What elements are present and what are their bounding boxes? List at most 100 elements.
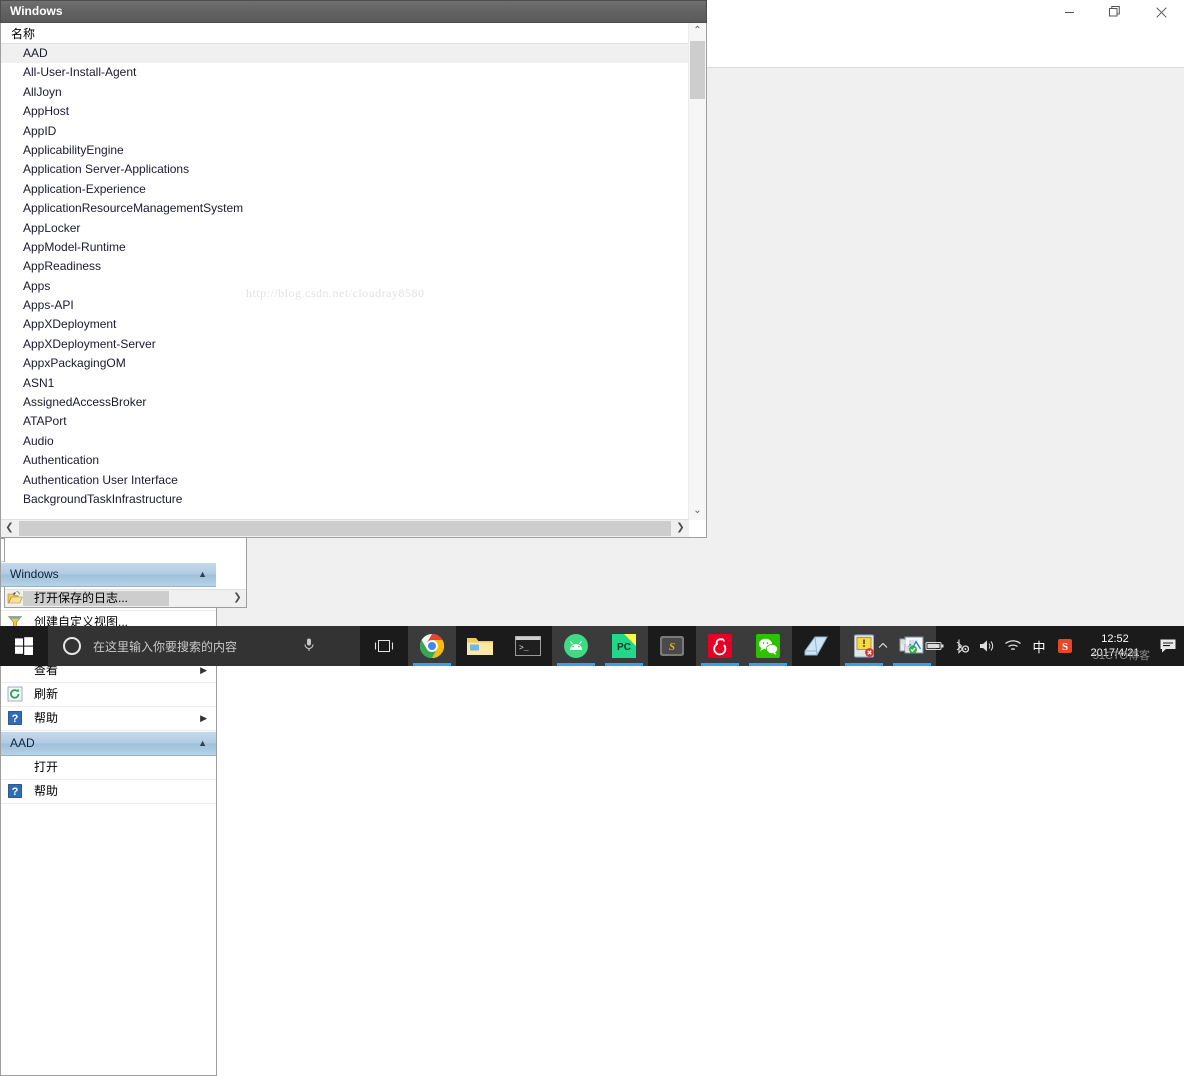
tree-hscroll-right-arrow[interactable]: ❯	[229, 590, 246, 607]
list-item[interactable]: AppLocker	[1, 219, 689, 238]
taskbar-app-sublime-text[interactable]: S	[648, 626, 696, 666]
column-header-name: 名称	[11, 27, 36, 41]
wifi-icon[interactable]	[1000, 626, 1026, 666]
list-item[interactable]: Authentication	[1, 451, 689, 470]
list-item[interactable]: Audio	[1, 432, 689, 451]
taskbar-app-pycharm[interactable]: PC	[600, 626, 648, 666]
svg-text:S: S	[669, 641, 675, 653]
list-item[interactable]: AllJoyn	[1, 83, 689, 102]
list-item[interactable]: ApplicabilityEngine	[1, 141, 689, 160]
list-item[interactable]: AssignedAccessBroker	[1, 393, 689, 412]
pycharm-icon: PC	[608, 634, 640, 658]
list-horizontal-scrollbar[interactable]: ❮ ❯	[1, 519, 689, 537]
svg-text:?: ?	[12, 786, 19, 798]
taskbar-app-chrome[interactable]	[408, 626, 456, 666]
show-hidden-icons[interactable]	[870, 626, 896, 666]
list-hscroll-thumb[interactable]	[19, 521, 671, 536]
chrome-icon	[416, 634, 448, 658]
collapse-chevron-icon[interactable]: ▲	[198, 732, 207, 755]
action-item[interactable]: 打开	[1, 756, 216, 780]
submenu-arrow-icon[interactable]: ▶	[200, 707, 207, 730]
task-view-icon[interactable]	[360, 626, 408, 666]
minimize-button[interactable]	[1046, 0, 1092, 24]
start-button[interactable]	[0, 626, 48, 666]
close-button[interactable]	[1138, 0, 1184, 24]
window-controls	[1046, 0, 1184, 24]
list-column-header[interactable]: 名称	[1, 23, 689, 44]
action-item[interactable]: ? 帮助	[1, 780, 216, 804]
list-item[interactable]: Authentication User Interface	[1, 471, 689, 490]
terminal-icon: >_	[512, 634, 544, 658]
wechat-icon	[752, 634, 784, 658]
list-item[interactable]: AppXDeployment-Server	[1, 335, 689, 354]
taskbar-app-file-explorer[interactable]	[456, 626, 504, 666]
network-ok-icon[interactable]	[896, 626, 922, 666]
android-studio-icon	[560, 634, 592, 658]
list-item[interactable]: ApplicationResourceManagementSystem	[1, 199, 689, 218]
taskbar-app-android-studio[interactable]	[552, 626, 600, 666]
list-item[interactable]: AppXDeployment	[1, 315, 689, 334]
search-box[interactable]: 在这里输入你要搜索的内容	[48, 626, 360, 666]
svg-text:>_: >_	[519, 644, 529, 653]
clock-time: 12:52	[1101, 633, 1129, 645]
list-item[interactable]: ASN1	[1, 374, 689, 393]
list-vscroll-down-arrow[interactable]: ⌄	[689, 503, 706, 520]
list-item[interactable]: AppModel-Runtime	[1, 238, 689, 257]
list-item[interactable]: AAD	[1, 44, 689, 64]
actions-list: Windows▲打开保存的日志...创建自定义视图...导入自定义视图...查看…	[1, 562, 216, 804]
list-body: 名称 AAD All-User-Install-Agent AllJoyn AppHo…	[0, 23, 707, 538]
volume-icon[interactable]	[974, 626, 1000, 666]
list-item[interactable]: AppHost	[1, 102, 689, 121]
list-hscroll-right-arrow[interactable]: ❯	[672, 520, 689, 537]
svg-text:PC: PC	[617, 642, 631, 653]
refresh-icon	[7, 686, 23, 702]
log-list-rows: AAD All-User-Install-Agent AllJoyn AppHost A…	[1, 44, 689, 516]
actions-pane: 操作 Windows▲打开保存的日志...创建自定义视图...导入自定义视图..…	[0, 538, 217, 1076]
sublime-icon: S	[656, 634, 688, 658]
cortana-icon	[63, 637, 81, 655]
action-center-icon[interactable]	[1152, 626, 1184, 666]
taskbar-app-netease-music[interactable]	[696, 626, 744, 666]
taskbar-app-wechat[interactable]	[744, 626, 792, 666]
list-item[interactable]: BackgroundTaskInfrastructure	[1, 490, 689, 509]
list-item[interactable]: AppID	[1, 122, 689, 141]
svg-text:?: ?	[12, 713, 19, 725]
action-item-label: 帮助	[34, 784, 59, 798]
netease-music-icon	[704, 634, 736, 658]
sogou-input-icon[interactable]: S	[1052, 626, 1078, 666]
collapse-chevron-icon[interactable]: ▲	[198, 563, 207, 586]
list-vertical-scrollbar[interactable]: ⌃ ⌄	[688, 23, 706, 520]
search-placeholder: 在这里输入你要搜索的内容	[93, 639, 238, 654]
actions-group-header[interactable]: Windows ▲	[1, 562, 216, 587]
taskbar-app-terminal[interactable]: >_	[504, 626, 552, 666]
list-item[interactable]: AppReadiness	[1, 257, 689, 276]
action-item[interactable]: 刷新	[1, 683, 216, 707]
actions-group-header[interactable]: AAD ▲	[1, 731, 216, 756]
list-item[interactable]: All-User-Install-Agent	[1, 63, 689, 82]
help-icon: ?	[7, 710, 23, 726]
battery-icon[interactable]	[922, 626, 948, 666]
list-item[interactable]: Application Server-Applications	[1, 160, 689, 179]
taskbar-app-notes[interactable]	[792, 626, 840, 666]
list-vscroll-thumb[interactable]	[690, 41, 705, 99]
microphone-icon[interactable]	[302, 637, 316, 656]
taskbar: 在这里输入你要搜索的内容 >_ PC S 中 S 12:52 2017/4/21…	[0, 626, 1184, 666]
list-vscroll-up-arrow[interactable]: ⌃	[689, 23, 706, 40]
list-header-bar: Windows	[0, 0, 707, 23]
list-item[interactable]: Application-Experience	[1, 180, 689, 199]
action-item[interactable]: 打开保存的日志...	[1, 587, 216, 611]
maximize-restore-button[interactable]	[1092, 0, 1138, 24]
page-watermark: http://blog.csdn.net/cloudray8580	[246, 286, 425, 300]
action-item-label: 刷新	[34, 687, 59, 701]
list-hscroll-left-arrow[interactable]: ❮	[1, 520, 18, 537]
list-item[interactable]: ATAPort	[1, 412, 689, 431]
help-icon: ?	[7, 783, 23, 799]
open-folder-icon	[7, 590, 23, 606]
action-item[interactable]: ? 帮助 ▶	[1, 707, 216, 731]
bluetooth-settings-icon[interactable]	[948, 626, 974, 666]
notes-icon	[800, 634, 832, 658]
ime-icon[interactable]: 中	[1026, 626, 1052, 666]
action-item-label: 打开	[34, 760, 59, 774]
event-viewer-window: 事件查看器 文件(F) 操作(A) 查看(V) 帮助(H)	[0, 0, 1184, 1076]
list-item[interactable]: AppxPackagingOM	[1, 354, 689, 373]
